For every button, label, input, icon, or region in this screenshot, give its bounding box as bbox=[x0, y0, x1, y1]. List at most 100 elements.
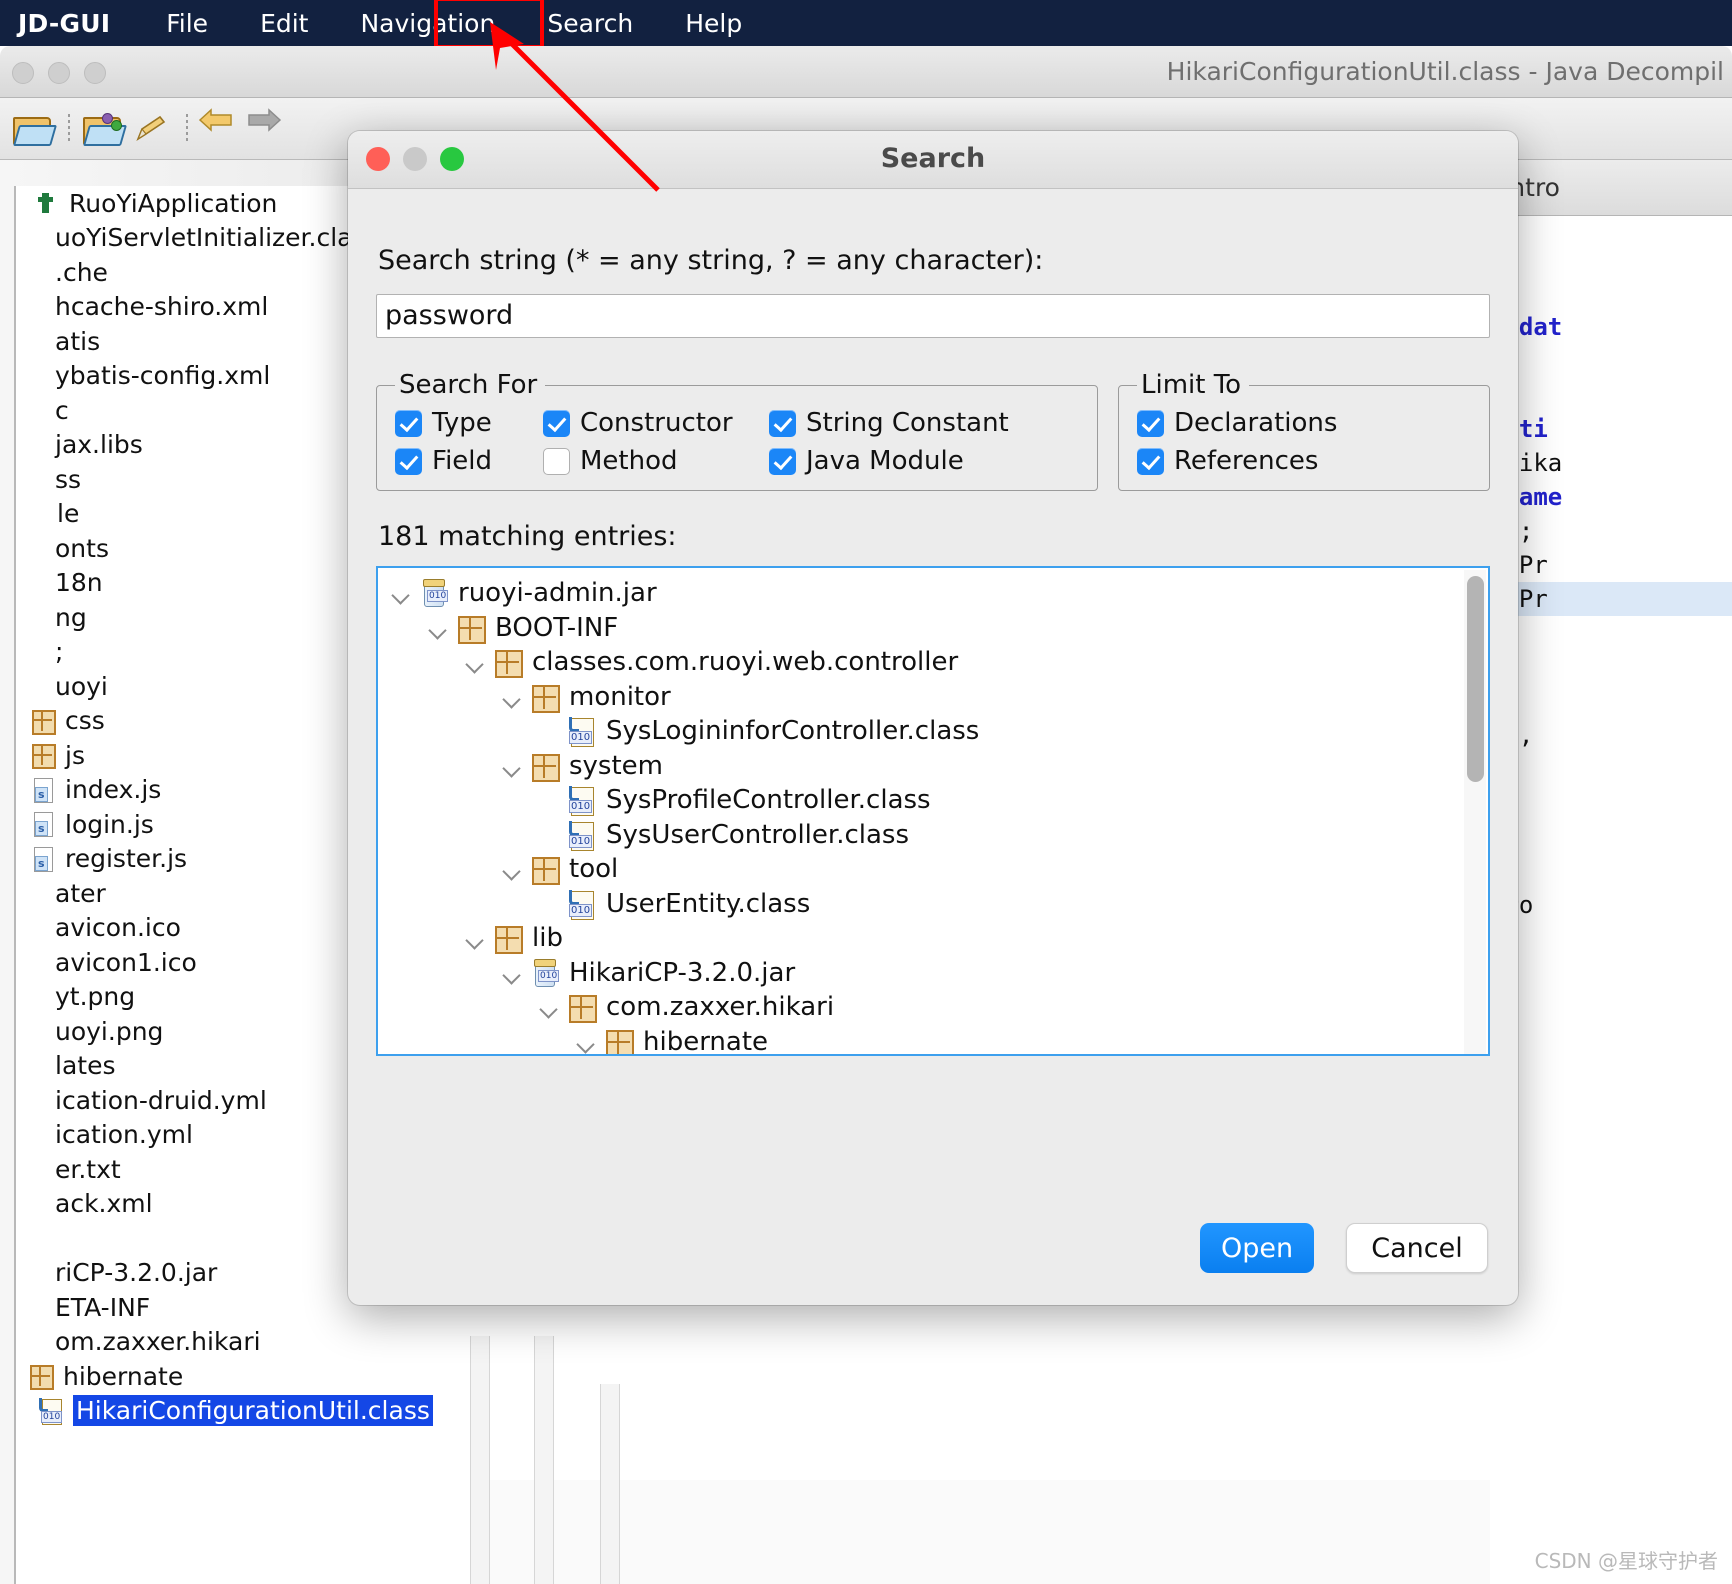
search-result-row[interactable]: hibernate bbox=[388, 1025, 1488, 1054]
file-tree-row[interactable]: HikariConfigurationUtil.class bbox=[16, 1394, 470, 1429]
file-tree-row-label: avicon1.ico bbox=[55, 947, 197, 977]
search-result-row[interactable]: classes.com.ruoyi.web.controller bbox=[388, 645, 1488, 680]
scroll-track-mid[interactable] bbox=[534, 1336, 554, 1584]
checkbox-java-module-label: Java Module bbox=[806, 446, 964, 476]
checkbox-method[interactable]: Method bbox=[543, 446, 759, 476]
menu-item-edit[interactable]: Edit bbox=[260, 9, 308, 38]
scroll-track-left[interactable] bbox=[470, 1336, 490, 1584]
search-result-label: system bbox=[569, 750, 663, 781]
checkbox-constructor-box[interactable] bbox=[543, 409, 570, 437]
search-result-row[interactable]: 010 SysUserController.class bbox=[388, 818, 1488, 853]
file-tree-row-label: lates bbox=[55, 1051, 116, 1081]
menu-item-search[interactable]: Search bbox=[547, 9, 633, 38]
twisty-down-icon[interactable] bbox=[499, 960, 525, 986]
search-for-legend: Search For bbox=[399, 370, 538, 400]
source-code-view[interactable]: ..dat lati hika sName s); riPr riPr)), Pro bbox=[1490, 216, 1732, 922]
search-result-row[interactable]: com.zaxxer.hikari bbox=[388, 990, 1488, 1025]
menu-item-navigation[interactable]: Navigation bbox=[360, 9, 495, 38]
checkbox-string-constant-box[interactable] bbox=[769, 409, 796, 437]
menu-item-help[interactable]: Help bbox=[685, 9, 742, 38]
search-for-row-2: Field Method Java Module bbox=[395, 446, 1079, 476]
file-tree-row-label: ETA-INF bbox=[55, 1292, 151, 1322]
search-input[interactable]: password bbox=[376, 294, 1490, 338]
menu-bar: JD-GUI File Edit Navigation Search Help bbox=[0, 0, 1732, 46]
search-results-tree[interactable]: 010 ruoyi-admin.jar BOOT-INF classes.com.ru… bbox=[378, 568, 1488, 1054]
checkbox-declarations[interactable]: Declarations bbox=[1137, 408, 1337, 438]
cancel-button[interactable]: Cancel bbox=[1346, 1223, 1488, 1273]
search-result-row[interactable]: 010 ruoyi-admin.jar bbox=[388, 576, 1488, 611]
twisty-down-icon[interactable] bbox=[499, 684, 525, 710]
search-results-box[interactable]: 010 ruoyi-admin.jar BOOT-INF classes.com.ru… bbox=[376, 566, 1490, 1056]
checkbox-type[interactable]: Type bbox=[395, 408, 533, 438]
open-folder-icon[interactable] bbox=[10, 107, 54, 151]
code-line: lati bbox=[1490, 415, 1548, 443]
checkbox-method-box[interactable] bbox=[543, 447, 570, 475]
back-arrow-icon[interactable] bbox=[198, 107, 242, 151]
checkbox-constructor[interactable]: Constructor bbox=[543, 408, 759, 438]
code-line: riPr bbox=[1490, 582, 1732, 616]
twisty-down-icon[interactable] bbox=[573, 1029, 599, 1054]
search-result-row[interactable]: lib bbox=[388, 921, 1488, 956]
twisty-down-icon[interactable] bbox=[388, 580, 414, 606]
search-result-row[interactable]: BOOT-INF bbox=[388, 611, 1488, 646]
checkbox-declarations-box[interactable] bbox=[1137, 409, 1164, 437]
checkbox-java-module[interactable]: Java Module bbox=[769, 446, 964, 476]
results-scrollbar-thumb[interactable] bbox=[1467, 576, 1484, 782]
checkbox-type-box[interactable] bbox=[395, 409, 422, 437]
file-tree-row-label: uoyi bbox=[55, 671, 108, 701]
search-for-row-1: Type Constructor String Constant bbox=[395, 408, 1079, 438]
search-result-row[interactable]: 010 HikariCP-3.2.0.jar bbox=[388, 956, 1488, 991]
minimize-icon[interactable] bbox=[48, 62, 70, 84]
file-tree-row[interactable]: om.zaxxer.hikari bbox=[16, 1325, 470, 1360]
code-line: Pro bbox=[1490, 888, 1732, 922]
twisty-down-icon[interactable] bbox=[499, 753, 525, 779]
search-result-row[interactable]: monitor bbox=[388, 680, 1488, 715]
search-result-row[interactable]: tool bbox=[388, 852, 1488, 887]
file-tree-row-label: om.zaxxer.hikari bbox=[55, 1327, 261, 1357]
twisty-down-icon[interactable] bbox=[499, 856, 525, 882]
code-tab[interactable]: ontro bbox=[1490, 160, 1732, 216]
maximize-icon[interactable] bbox=[84, 62, 106, 84]
twisty-down-icon[interactable] bbox=[536, 994, 562, 1020]
checkbox-string-constant[interactable]: String Constant bbox=[769, 408, 1009, 438]
file-tree-row-label: HikariConfigurationUtil.class bbox=[73, 1395, 433, 1427]
checkbox-references-box[interactable] bbox=[1137, 447, 1164, 475]
watermark: CSDN @星球守护者 bbox=[1534, 1549, 1718, 1573]
search-result-row[interactable]: 010 UserEntity.class bbox=[388, 887, 1488, 922]
menu-item-file[interactable]: File bbox=[166, 9, 208, 38]
close-icon[interactable] bbox=[12, 62, 34, 84]
search-result-row[interactable]: 010 SysProfileController.class bbox=[388, 783, 1488, 818]
file-tree-row-label: .che bbox=[55, 257, 108, 287]
forward-arrow-icon[interactable] bbox=[246, 107, 290, 151]
limit-to-row-1: Declarations bbox=[1137, 408, 1471, 438]
file-tree-row-label: ybatis-config.xml bbox=[55, 361, 271, 391]
checkbox-java-module-box[interactable] bbox=[769, 447, 796, 475]
open-folder-recent-icon[interactable] bbox=[80, 107, 124, 151]
scroll-track-right[interactable] bbox=[600, 1384, 620, 1584]
checkbox-field[interactable]: Field bbox=[395, 446, 533, 476]
search-result-row[interactable]: 010 SysLogininforController.class bbox=[388, 714, 1488, 749]
horizontal-scroll-area[interactable] bbox=[470, 1480, 1490, 1584]
class-file-icon: 010 bbox=[566, 786, 596, 817]
checkbox-field-box[interactable] bbox=[395, 447, 422, 475]
file-tree-row[interactable]: hibernate bbox=[16, 1359, 470, 1394]
jar-icon: 010 bbox=[529, 958, 560, 987]
file-tree-row-label: ater bbox=[55, 878, 106, 908]
twisty-down-icon[interactable] bbox=[462, 649, 488, 675]
file-tree-row-label: er.txt bbox=[55, 1154, 121, 1184]
search-string-label: Search string (* = any string, ? = any c… bbox=[378, 245, 1044, 276]
file-tree-row-label: hcache-shiro.xml bbox=[55, 292, 269, 322]
search-result-row[interactable]: system bbox=[388, 749, 1488, 784]
no-twisty bbox=[536, 787, 562, 813]
pencil-icon[interactable] bbox=[128, 107, 172, 151]
open-button[interactable]: Open bbox=[1200, 1223, 1314, 1273]
no-twisty bbox=[536, 891, 562, 917]
twisty-down-icon[interactable] bbox=[425, 615, 451, 641]
window-traffic-lights[interactable] bbox=[12, 62, 106, 84]
twisty-down-icon[interactable] bbox=[462, 925, 488, 951]
checkbox-references[interactable]: References bbox=[1137, 446, 1318, 476]
